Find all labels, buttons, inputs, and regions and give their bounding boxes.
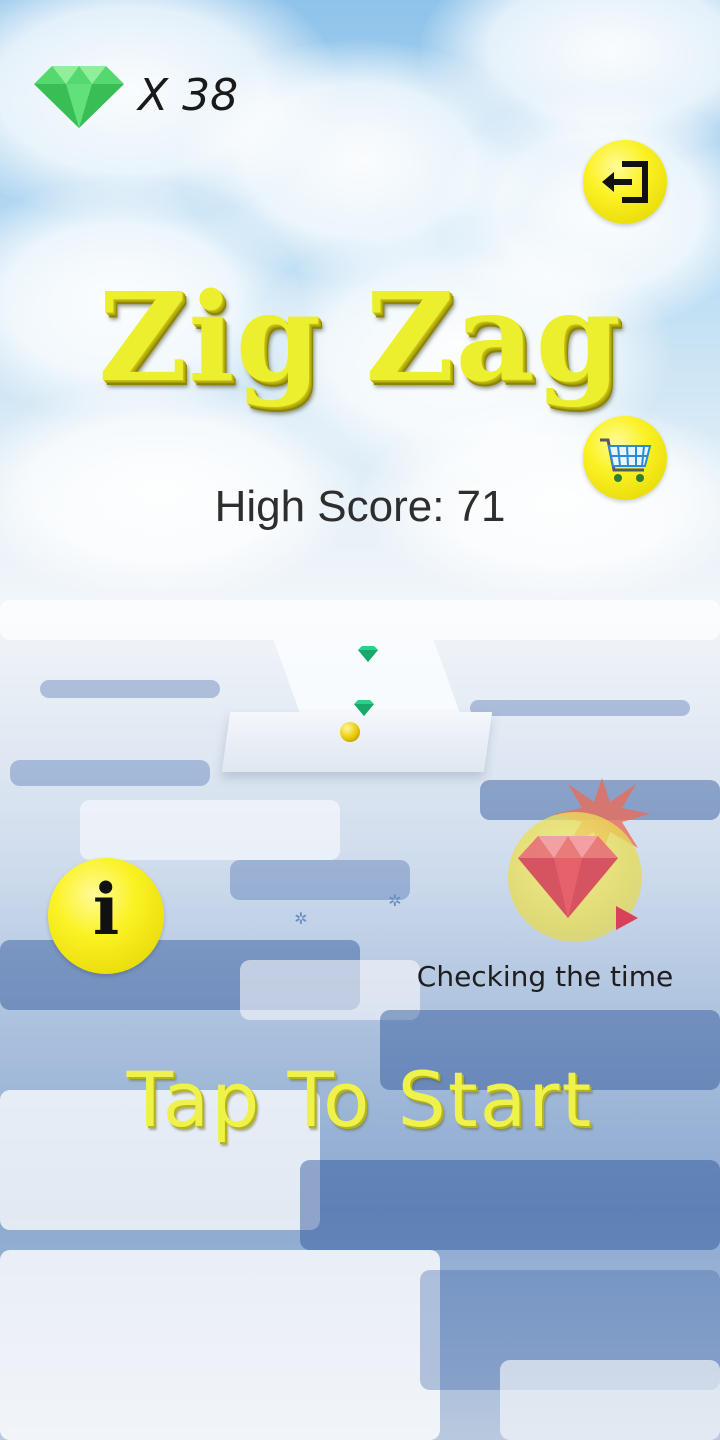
player-ball xyxy=(340,722,360,742)
exit-door-icon xyxy=(602,161,648,203)
small-gem-icon xyxy=(358,646,378,662)
play-icon xyxy=(616,906,638,930)
game-title: Zig Zag xyxy=(98,265,622,409)
ice-patch xyxy=(230,860,410,900)
ice-patch xyxy=(40,680,220,698)
green-diamond-icon xyxy=(34,66,124,128)
high-score: High Score: 71 xyxy=(0,482,720,532)
reward-video-button[interactable] xyxy=(496,776,666,956)
ice-patch xyxy=(80,800,340,860)
reward-status-text: Checking the time xyxy=(416,960,674,993)
ice-patch xyxy=(300,1160,720,1250)
zigzag-platform xyxy=(221,712,493,772)
ice-patch xyxy=(0,600,720,640)
high-score-label: High Score: xyxy=(214,482,445,531)
exit-button[interactable] xyxy=(583,140,667,224)
ruby-gem-video-icon xyxy=(518,836,618,918)
gem-count: X 38 xyxy=(138,70,239,121)
ice-patch xyxy=(500,1360,720,1440)
sparkle-icon: ✲ xyxy=(294,909,308,928)
gem-counter: X 38 xyxy=(34,66,264,132)
info-icon: i xyxy=(92,868,120,951)
info-button[interactable]: i xyxy=(48,858,164,974)
ice-patch xyxy=(10,760,210,786)
ice-patch xyxy=(0,1250,440,1440)
ice-patch xyxy=(470,700,690,716)
high-score-value: 71 xyxy=(456,482,506,531)
small-gem-icon xyxy=(354,700,374,716)
shopping-cart-icon xyxy=(600,438,652,482)
tap-to-start-prompt[interactable]: Tap To Start xyxy=(0,1050,720,1150)
sparkle-icon: ✲ xyxy=(388,891,402,910)
